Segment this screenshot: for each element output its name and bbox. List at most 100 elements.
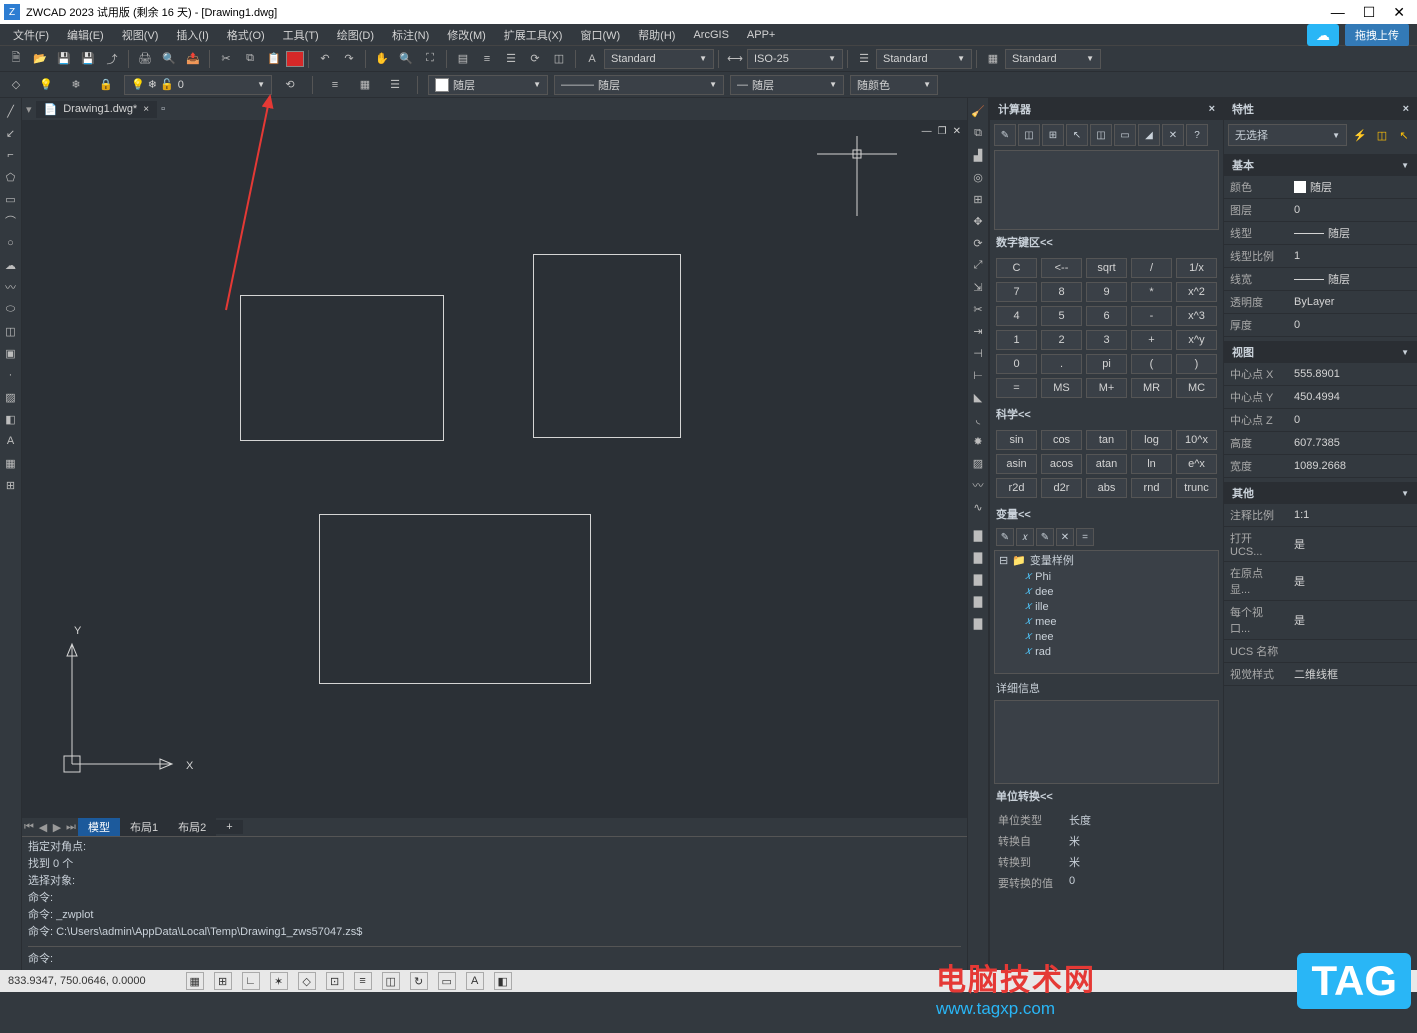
prop-row[interactable]: 高度607.7385 bbox=[1224, 432, 1417, 455]
calc-key[interactable]: - bbox=[1131, 306, 1172, 326]
calc-key[interactable]: 2 bbox=[1041, 330, 1082, 350]
preview-icon[interactable]: 🔍 bbox=[159, 49, 179, 69]
ortho-toggle[interactable]: ∟ bbox=[242, 972, 260, 990]
tab-layout2[interactable]: 布局2 bbox=[168, 818, 216, 836]
grid-ctl-icon[interactable]: ⊞ bbox=[1, 475, 21, 495]
grid-toggle[interactable]: ⊞ bbox=[214, 972, 232, 990]
block-icon[interactable]: ◫ bbox=[549, 49, 569, 69]
calc-display[interactable] bbox=[994, 150, 1219, 230]
print-icon[interactable]: 🖨 bbox=[135, 49, 155, 69]
calc-key[interactable]: <-- bbox=[1041, 258, 1082, 278]
calc-key[interactable]: / bbox=[1131, 258, 1172, 278]
prop-group-header[interactable]: 视图▼ bbox=[1224, 341, 1417, 363]
var-item[interactable]: 𝑥 rad bbox=[995, 644, 1218, 659]
layer-prev-icon[interactable]: ⟲ bbox=[280, 75, 300, 95]
prop-row[interactable]: 宽度1089.2668 bbox=[1224, 455, 1417, 478]
otrack-toggle[interactable]: ⊡ bbox=[326, 972, 344, 990]
new-icon[interactable]: 🗎 bbox=[6, 49, 26, 69]
menu-modify[interactable]: 修改(M) bbox=[438, 27, 495, 43]
prop-row[interactable]: 线型 随层 bbox=[1224, 222, 1417, 245]
calc-tool-icon[interactable]: ✕ bbox=[1162, 124, 1184, 146]
calc-key[interactable]: pi bbox=[1086, 354, 1127, 374]
drawing-canvas[interactable]: — ❐ ✕ Y X bbox=[22, 120, 967, 818]
arc-icon[interactable]: ⌒ bbox=[1, 211, 21, 231]
offset-icon[interactable]: ◎ bbox=[968, 167, 988, 187]
menu-file[interactable]: 文件(F) bbox=[4, 27, 58, 43]
layout-last-icon[interactable]: ⏭ bbox=[64, 821, 78, 834]
iso-toggle[interactable]: ◧ bbox=[494, 972, 512, 990]
drawn-rectangle[interactable] bbox=[240, 295, 444, 441]
sci-key[interactable]: abs bbox=[1086, 478, 1127, 498]
upload-button[interactable]: 拖拽上传 bbox=[1345, 24, 1409, 46]
prop-row[interactable]: UCS 名称 bbox=[1224, 640, 1417, 663]
tab-layout1[interactable]: 布局1 bbox=[120, 818, 168, 836]
pickobj-icon[interactable]: ↖ bbox=[1395, 126, 1413, 144]
misc3-icon[interactable]: ☰ bbox=[385, 75, 405, 95]
prop-group-header[interactable]: 基本▼ bbox=[1224, 154, 1417, 176]
selectobj-icon[interactable]: ◫ bbox=[1373, 126, 1391, 144]
insert-icon[interactable]: ◫ bbox=[1, 321, 21, 341]
var-tree[interactable]: ⊟📁变量样例 𝑥 Phi𝑥 dee𝑥 ille𝑥 mee𝑥 nee𝑥 rad bbox=[994, 550, 1219, 674]
calc-key[interactable]: = bbox=[996, 378, 1037, 398]
saveas-icon[interactable]: 💾 bbox=[78, 49, 98, 69]
var-item[interactable]: 𝑥 nee bbox=[995, 629, 1218, 644]
menu-dim[interactable]: 标注(N) bbox=[383, 27, 438, 43]
fillet-icon[interactable]: ◟ bbox=[968, 409, 988, 429]
menu-format[interactable]: 格式(O) bbox=[218, 27, 274, 43]
layer-lock-icon[interactable]: 🔒 bbox=[96, 75, 116, 95]
calc-key[interactable]: MS bbox=[1041, 378, 1082, 398]
calc-key[interactable]: MR bbox=[1131, 378, 1172, 398]
linetype-icon[interactable]: ≡ bbox=[477, 49, 497, 69]
prop-row[interactable]: 中心点 Z0 bbox=[1224, 409, 1417, 432]
calc-tool-icon[interactable]: ▭ bbox=[1114, 124, 1136, 146]
var-x-icon[interactable]: 𝑥 bbox=[1016, 528, 1034, 546]
revcloud-icon[interactable]: ☁ bbox=[1, 255, 21, 275]
array-icon[interactable]: ⊞ bbox=[968, 189, 988, 209]
refresh-icon[interactable]: ⟳ bbox=[525, 49, 545, 69]
var-item[interactable]: 𝑥 ille bbox=[995, 599, 1218, 614]
menu-window[interactable]: 窗口(W) bbox=[571, 27, 629, 43]
circle-icon[interactable]: ○ bbox=[1, 233, 21, 253]
menu-arcgis[interactable]: ArcGIS bbox=[684, 29, 737, 41]
calc-key[interactable]: C bbox=[996, 258, 1037, 278]
snap-toggle[interactable]: ▦ bbox=[186, 972, 204, 990]
prop-row[interactable]: 透明度ByLayer bbox=[1224, 291, 1417, 314]
explode-icon[interactable]: ✸ bbox=[968, 431, 988, 451]
calc-key[interactable]: x^y bbox=[1176, 330, 1217, 350]
dim-style-icon[interactable]: ⟷ bbox=[725, 49, 745, 69]
sci-key[interactable]: acos bbox=[1041, 454, 1082, 474]
zoomext-icon[interactable]: ⛶ bbox=[420, 49, 440, 69]
menu-draw[interactable]: 绘图(D) bbox=[328, 27, 383, 43]
canvas-restore-icon[interactable]: ❐ bbox=[938, 126, 947, 137]
prop-row[interactable]: 图层0 bbox=[1224, 199, 1417, 222]
line-icon[interactable]: ╱ bbox=[1, 101, 21, 121]
calc-key[interactable]: 1 bbox=[996, 330, 1037, 350]
calc-key[interactable]: 7 bbox=[996, 282, 1037, 302]
hatch-icon[interactable]: ▨ bbox=[1, 387, 21, 407]
palette5-icon[interactable]: ▇ bbox=[968, 613, 988, 633]
prop-group-header[interactable]: 其他▼ bbox=[1224, 482, 1417, 504]
calc-key[interactable]: sqrt bbox=[1086, 258, 1127, 278]
calc-key[interactable]: x^3 bbox=[1176, 306, 1217, 326]
cloud-icon[interactable]: ☁ bbox=[1307, 24, 1339, 46]
layout-prev-icon[interactable]: ◀ bbox=[36, 821, 50, 834]
var-new-icon[interactable]: ✎ bbox=[996, 528, 1014, 546]
calc-key[interactable]: 0 bbox=[996, 354, 1037, 374]
calc-tool-icon[interactable]: ✎ bbox=[994, 124, 1016, 146]
export-icon[interactable]: ⤴ bbox=[102, 49, 122, 69]
calc-tool-icon[interactable]: ◫ bbox=[1018, 124, 1040, 146]
trim-icon[interactable]: ✂ bbox=[968, 299, 988, 319]
cut-icon[interactable]: ✂ bbox=[216, 49, 236, 69]
ml-style-dropdown[interactable]: Standard▼ bbox=[876, 49, 972, 69]
menu-insert[interactable]: 插入(I) bbox=[167, 27, 217, 43]
move-icon[interactable]: ✥ bbox=[968, 211, 988, 231]
var-folder[interactable]: ⊟📁变量样例 bbox=[995, 551, 1218, 569]
prop-row[interactable]: 中心点 Y450.4994 bbox=[1224, 386, 1417, 409]
calc-key[interactable]: 8 bbox=[1041, 282, 1082, 302]
polar-toggle[interactable]: ✶ bbox=[270, 972, 288, 990]
prop-row[interactable]: 视觉样式二维线框 bbox=[1224, 663, 1417, 686]
sci-key[interactable]: trunc bbox=[1176, 478, 1217, 498]
ltype-layer-dropdown[interactable]: ———随层▼ bbox=[554, 75, 724, 95]
calc-key[interactable]: 9 bbox=[1086, 282, 1127, 302]
layout-first-icon[interactable]: ⏮ bbox=[22, 821, 36, 834]
